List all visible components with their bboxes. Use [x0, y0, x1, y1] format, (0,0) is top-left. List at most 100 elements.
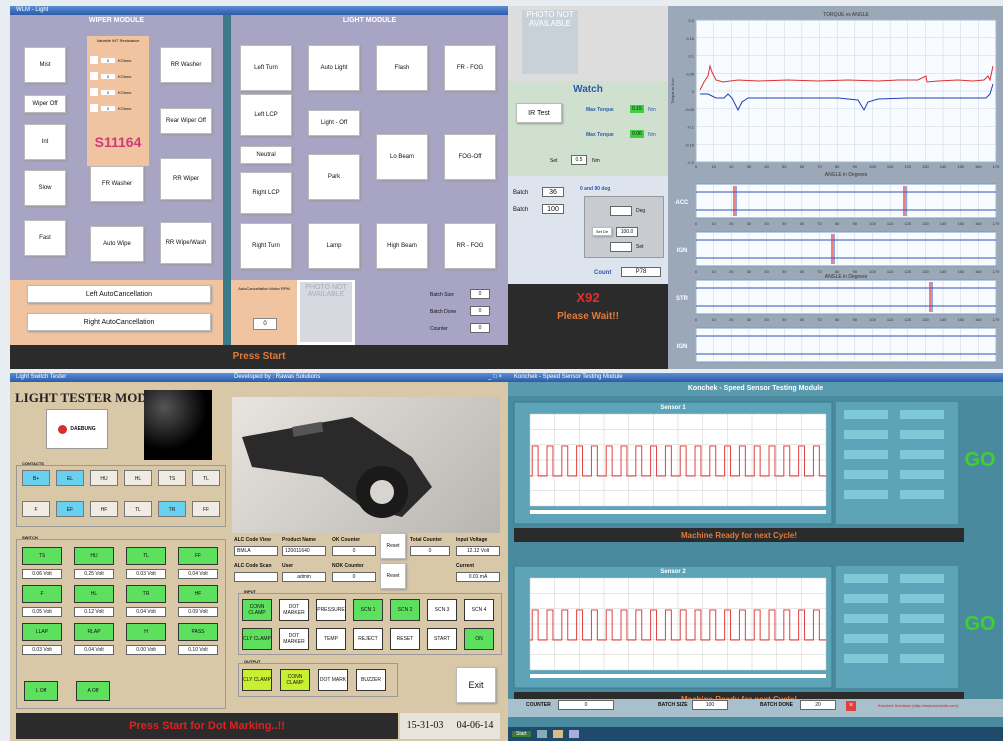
batch-done-value[interactable]: 0	[470, 306, 490, 316]
alc-code-scan-input[interactable]	[234, 572, 278, 582]
mist-button[interactable]: Mist	[24, 47, 66, 83]
rr-washer-button[interactable]: RR Washer	[160, 47, 212, 83]
torque-window: PHOTO NOT AVAILABLE Watch IR Test Max To…	[508, 6, 1003, 369]
output-indicator[interactable]: BUZZER	[356, 669, 386, 691]
contact-tl[interactable]: TL	[192, 470, 220, 486]
product-photo	[232, 397, 500, 533]
x-tick-label: 100	[869, 221, 876, 226]
window-controls[interactable]: _ □ ×	[488, 373, 502, 382]
wiper-off-button[interactable]: Wiper Off	[24, 95, 66, 113]
y-axis-label: Torque in N-m	[670, 78, 675, 104]
switch-a-off[interactable]: A Off	[76, 681, 110, 701]
output-indicator[interactable]: CLY CLAMP	[242, 669, 272, 691]
switch-llap[interactable]: LLAP	[22, 623, 62, 641]
sensor-value-box	[900, 410, 944, 419]
rr-fog-button[interactable]: RR - FOG	[444, 223, 496, 269]
switch-ts[interactable]: TS	[22, 547, 62, 565]
contact-f[interactable]: F	[22, 501, 50, 517]
set-input[interactable]	[610, 242, 632, 252]
slow-button[interactable]: Slow	[24, 170, 66, 206]
set-deg-value[interactable]: 100.0	[616, 227, 638, 237]
fog-off-button[interactable]: FOG-Off	[444, 134, 496, 180]
taskbar-app-icon[interactable]	[568, 730, 579, 738]
high-beam-button[interactable]: High Beam	[376, 223, 428, 269]
batch-size-value[interactable]: 0	[470, 289, 490, 299]
taskbar-app-icon[interactable]	[536, 730, 547, 738]
lo-beam-button[interactable]: Lo Beam	[376, 134, 428, 180]
output-indicator[interactable]: DOT MARK	[318, 669, 348, 691]
exit-button[interactable]: Exit	[456, 667, 496, 703]
switch-pass[interactable]: PASS	[178, 623, 218, 641]
contact-hl[interactable]: HL	[124, 470, 152, 486]
rear-wiper-off-button[interactable]: Rear Wiper Off	[160, 108, 212, 134]
contact-el[interactable]: EL	[56, 470, 84, 486]
speed-batch-size-value[interactable]: 100	[692, 700, 728, 710]
right-autocancel-button[interactable]: Right AutoCancellation	[27, 313, 211, 331]
set-value[interactable]: 0.5	[571, 155, 587, 165]
contact-hu[interactable]: HU	[90, 470, 118, 486]
contact-hf[interactable]: HF	[90, 501, 118, 517]
rr-wipe-wash-button[interactable]: RR Wipe/Wash	[160, 222, 212, 264]
start-button[interactable]: Start	[512, 731, 531, 737]
x-tick-label: 0	[695, 164, 698, 169]
output-indicator[interactable]: CONN CLAMP	[280, 669, 310, 691]
alc-code-scan-label: ALC Code Scan	[234, 563, 272, 569]
switch-hl[interactable]: HL	[74, 585, 114, 603]
batch-value-2[interactable]: 100	[542, 204, 564, 214]
rr-wiper-button[interactable]: RR Wiper	[160, 158, 212, 200]
resistance-value[interactable]: 0	[101, 57, 115, 63]
auto-wipe-button[interactable]: Auto Wipe	[90, 226, 144, 262]
lamp-button[interactable]: Lamp	[308, 223, 360, 269]
right-turn-button[interactable]: Right Turn	[240, 223, 292, 269]
reset-ok-button[interactable]: Reset	[380, 533, 406, 559]
switch-h[interactable]: H	[126, 623, 166, 641]
sensor-scrollbar[interactable]	[530, 510, 826, 514]
logo-text: DAEBUNG	[70, 426, 96, 432]
fast-button[interactable]: Fast	[24, 220, 66, 256]
deg-input[interactable]	[610, 206, 632, 216]
light-off-button[interactable]: Light - Off	[308, 110, 360, 136]
resistance-value[interactable]: 0	[101, 73, 115, 79]
resistance-value[interactable]: 0	[101, 105, 115, 111]
switch-voltage: 0.04 Volt	[126, 607, 166, 617]
switch-hf[interactable]: HF	[178, 585, 218, 603]
left-lcp-button[interactable]: Left LCP	[240, 94, 292, 136]
batch-value[interactable]: 36	[542, 187, 564, 197]
counter-value[interactable]: 0	[470, 323, 490, 333]
resistance-value[interactable]: 0	[101, 89, 115, 95]
left-turn-button[interactable]: Left Turn	[240, 45, 292, 91]
switch-f[interactable]: F	[22, 585, 62, 603]
fr-washer-button[interactable]: FR Washer	[90, 166, 144, 202]
x-tick-label: 40	[764, 269, 769, 274]
switch-ff[interactable]: FF	[178, 547, 218, 565]
int-button[interactable]: Int	[24, 124, 66, 160]
switch-l-off[interactable]: L Off	[24, 681, 58, 701]
left-autocancel-button[interactable]: Left AutoCancellation	[27, 285, 211, 303]
x-tick-label: 20	[729, 221, 734, 226]
contact-tl[interactable]: TL	[124, 501, 152, 517]
input-indicator: TEMP	[316, 628, 346, 650]
contact-ts[interactable]: TS	[158, 470, 186, 486]
x-tick-label: 140	[940, 221, 947, 226]
fr-fog-button[interactable]: FR - FOG	[444, 45, 496, 91]
x-tick-label: 50	[782, 221, 787, 226]
set-deg-button[interactable]: Set De	[592, 227, 612, 236]
sensor-scrollbar[interactable]	[530, 674, 826, 678]
contact-tr[interactable]: TR	[158, 501, 186, 517]
neutral-button[interactable]: Neutral	[240, 146, 292, 164]
reset-counter-icon[interactable]: ×	[846, 701, 856, 711]
switch-rlap[interactable]: RLAP	[74, 623, 114, 641]
flash-button[interactable]: Flash	[376, 45, 428, 91]
park-button[interactable]: Park	[308, 154, 360, 200]
right-lcp-button[interactable]: Right LCP	[240, 172, 292, 214]
reset-nok-button[interactable]: Reset	[380, 563, 406, 589]
switch-tr[interactable]: TR	[126, 585, 166, 603]
switch-tl[interactable]: TL	[126, 547, 166, 565]
auto-light-button[interactable]: Auto Light	[308, 45, 360, 91]
contact-ef[interactable]: EF	[56, 501, 84, 517]
taskbar-app-icon[interactable]	[552, 730, 563, 738]
ir-test-button[interactable]: IR Test	[516, 103, 562, 123]
contact-ff[interactable]: FF	[192, 501, 220, 517]
switch-hu[interactable]: HU	[74, 547, 114, 565]
contact-b[interactable]: B+	[22, 470, 50, 486]
